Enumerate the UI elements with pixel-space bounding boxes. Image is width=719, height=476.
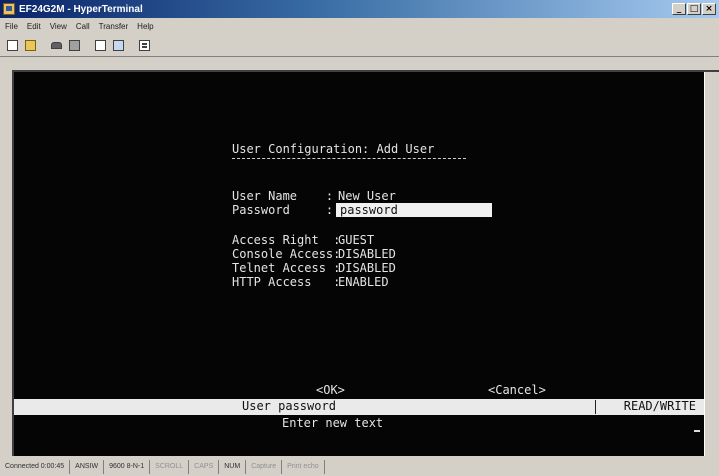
status-scroll: SCROLL bbox=[150, 459, 190, 474]
console-access-label: Console Access: bbox=[232, 247, 341, 261]
access-right-value[interactable]: GUEST bbox=[338, 233, 374, 247]
window-status-bar: Connected 0:00:45 ANSIW 9600 8-N-1 SCROL… bbox=[0, 457, 719, 476]
send-icon bbox=[94, 40, 106, 51]
close-button[interactable]: × bbox=[702, 3, 716, 15]
status-port-settings: 9600 8-N-1 bbox=[104, 459, 151, 474]
status-mode: READ/WRITE bbox=[623, 399, 696, 413]
status-field-label: User password bbox=[242, 399, 336, 413]
menu-call[interactable]: Call bbox=[76, 22, 90, 31]
ok-button[interactable]: <OK> bbox=[316, 383, 345, 397]
open-icon bbox=[24, 40, 36, 51]
send-button[interactable] bbox=[92, 38, 108, 54]
config-heading: User Configuration: Add User bbox=[232, 142, 435, 156]
telnet-access-value[interactable]: DISABLED bbox=[338, 261, 396, 275]
call-button[interactable] bbox=[48, 38, 64, 54]
open-button[interactable] bbox=[22, 38, 38, 54]
password-value: password bbox=[340, 203, 398, 217]
telnet-access-label: Telnet Access : bbox=[232, 261, 341, 275]
user-name-value[interactable]: New User bbox=[338, 189, 396, 203]
status-caps: CAPS bbox=[189, 459, 220, 474]
window-title: EF24G2M - HyperTerminal bbox=[19, 3, 143, 15]
terminal-cursor bbox=[694, 430, 700, 432]
hyperterminal-icon bbox=[3, 3, 15, 15]
password-label: Password : bbox=[232, 203, 334, 217]
menu-file[interactable]: File bbox=[5, 22, 18, 31]
disconnect-button[interactable] bbox=[66, 38, 82, 54]
properties-button[interactable] bbox=[136, 38, 152, 54]
vertical-scrollbar[interactable] bbox=[704, 72, 719, 456]
status-emulation: ANSIW bbox=[70, 459, 105, 474]
status-connected: Connected 0:00:45 bbox=[0, 459, 71, 474]
menu-edit[interactable]: Edit bbox=[27, 22, 41, 31]
cancel-button[interactable]: <Cancel> bbox=[488, 383, 546, 397]
status-num: NUM bbox=[219, 459, 247, 474]
http-access-value[interactable]: ENABLED bbox=[338, 275, 389, 289]
menu-help[interactable]: Help bbox=[137, 22, 153, 31]
status-divider bbox=[595, 400, 596, 414]
new-icon bbox=[6, 40, 18, 51]
menu-transfer[interactable]: Transfer bbox=[99, 22, 129, 31]
user-name-label: User Name : bbox=[232, 189, 334, 203]
menu-view[interactable]: View bbox=[50, 22, 67, 31]
toolbar bbox=[0, 35, 719, 57]
console-access-value[interactable]: DISABLED bbox=[338, 247, 396, 261]
status-print-echo: Print echo bbox=[282, 459, 325, 474]
status-capture: Capture bbox=[246, 459, 283, 474]
menu-bar: File Edit View Call Transfer Help bbox=[0, 19, 154, 34]
connect-icon bbox=[50, 42, 62, 49]
properties-icon bbox=[138, 40, 150, 51]
hint-text: Enter new text bbox=[282, 416, 384, 430]
disconnect-icon bbox=[68, 40, 80, 51]
heading-divider bbox=[232, 158, 466, 159]
window-controls: _ □ × bbox=[672, 3, 716, 15]
minimize-button[interactable]: _ bbox=[672, 3, 686, 15]
access-right-label: Access Right : bbox=[232, 233, 341, 247]
password-input[interactable]: password bbox=[336, 203, 492, 217]
receive-button[interactable] bbox=[110, 38, 126, 54]
new-connection-button[interactable] bbox=[4, 38, 20, 54]
title-bar: EF24G2M - HyperTerminal _ □ × bbox=[0, 0, 719, 18]
receive-icon bbox=[112, 40, 124, 51]
maximize-button[interactable]: □ bbox=[687, 3, 701, 15]
http-access-label: HTTP Access : bbox=[232, 275, 341, 289]
terminal-screen[interactable]: User Configuration: Add User User Name :… bbox=[14, 72, 704, 456]
field-status-bar: User password READ/WRITE bbox=[14, 399, 704, 415]
